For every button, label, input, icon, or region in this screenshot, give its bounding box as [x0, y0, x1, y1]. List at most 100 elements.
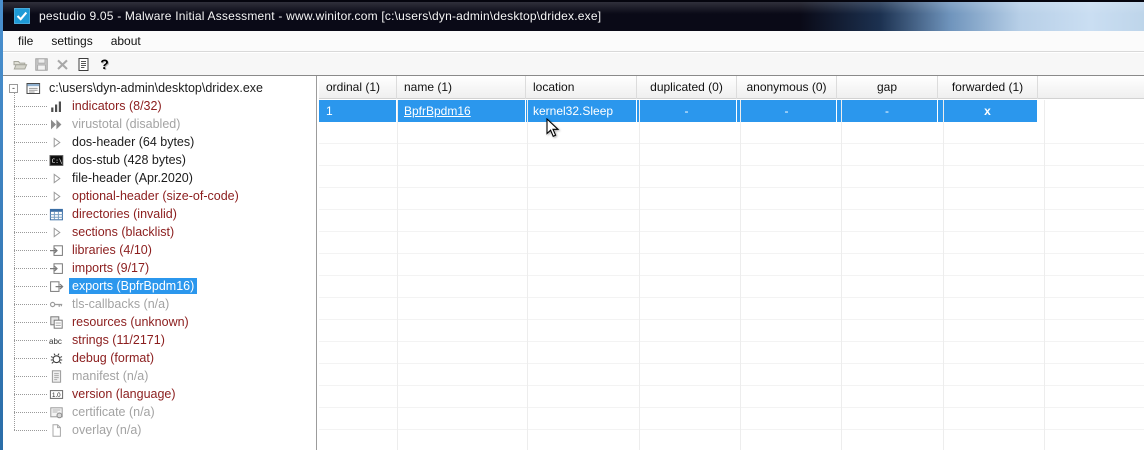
window-title: pestudio 9.05 - Malware Initial Assessme…	[39, 8, 602, 23]
tree-item-label-dos-stub: dos-stub (428 bytes)	[72, 153, 186, 167]
column-header-duplicated[interactable]: duplicated (0)	[637, 76, 737, 99]
help-button[interactable]: ?	[94, 54, 115, 74]
open-folder-button[interactable]	[10, 54, 31, 74]
tree-item-dos-stub[interactable]: C:\ dos-stub (428 bytes)	[3, 151, 316, 169]
tree-item-strings[interactable]: abc strings (11/2171)	[3, 331, 316, 349]
window-left-border	[0, 0, 3, 450]
cell-forwarded: x	[938, 100, 1038, 122]
menu-item-file[interactable]: file	[9, 32, 42, 50]
virustotal-icon	[48, 117, 64, 132]
tree-panel: - c:\users\dyn-admin\desktop\dridex.exe …	[3, 76, 316, 450]
tree-item-label-manifest: manifest (n/a)	[72, 369, 149, 383]
table-header: ordinal (1) name (1) location duplicated (0…	[319, 76, 1144, 99]
table-empty-grid	[319, 122, 1144, 450]
pestudio-window: pestudio 9.05 - Malware Initial Assessme…	[0, 0, 1144, 450]
column-header-ordinal[interactable]: ordinal (1)	[319, 76, 397, 99]
column-header-location[interactable]: location	[526, 76, 637, 99]
tree-item-certificate[interactable]: certificate (n/a)	[3, 403, 316, 421]
tree-item-manifest[interactable]: manifest (n/a)	[3, 367, 316, 385]
cell-gap: -	[837, 100, 938, 122]
close-file-button[interactable]	[52, 54, 73, 74]
menu-item-settings[interactable]: settings	[42, 32, 101, 50]
pestudio-app-icon	[13, 7, 31, 24]
column-header-forwarded[interactable]: forwarded (1)	[938, 76, 1038, 99]
tree-item-label-overlay: overlay (n/a)	[72, 423, 142, 437]
tree-item-label-directories: directories (invalid)	[72, 207, 177, 221]
tree-root-file[interactable]: - c:\users\dyn-admin\desktop\dridex.exe	[3, 79, 316, 97]
tree-item-optional-header[interactable]: optional-header (size-of-code)	[3, 187, 316, 205]
expand-arrow-icon	[48, 189, 64, 204]
cell-anonymous: -	[737, 100, 837, 122]
tree-item-label-certificate: certificate (n/a)	[72, 405, 155, 419]
tree-item-directories[interactable]: directories (invalid)	[3, 205, 316, 223]
column-grid-line	[639, 100, 640, 450]
tree-item-label-exports: exports (BpfrBpdm16)	[69, 278, 198, 294]
key-icon	[48, 297, 64, 312]
tree-item-virustotal[interactable]: virustotal (disabled)	[3, 115, 316, 133]
tree-item-label-virustotal: virustotal (disabled)	[72, 117, 181, 131]
tree-item-dos-header[interactable]: dos-header (64 bytes)	[3, 133, 316, 151]
export-doc-icon	[48, 279, 64, 294]
cell-location: kernel32.Sleep	[526, 100, 637, 122]
tree-item-label-indicators: indicators (8/32)	[72, 99, 162, 113]
column-header-gap[interactable]: gap	[837, 76, 938, 99]
report-button[interactable]	[73, 54, 94, 74]
tree-item-label-debug: debug (format)	[72, 351, 154, 365]
tree-item-version[interactable]: 1.0 version (language)	[3, 385, 316, 403]
tree-item-sections[interactable]: sections (blacklist)	[3, 223, 316, 241]
toolbar: ?	[3, 53, 1144, 76]
svg-text:1.0: 1.0	[52, 391, 61, 398]
save-button[interactable]	[31, 54, 52, 74]
tree-item-label-strings: strings (11/2171)	[72, 333, 165, 347]
expand-arrow-icon	[48, 225, 64, 240]
bar-chart-icon	[48, 99, 64, 114]
column-header-anonymous[interactable]: anonymous (0)	[737, 76, 837, 99]
tree-item-exports[interactable]: exports (BpfrBpdm16)	[3, 277, 316, 295]
tree-item-label-dos-header: dos-header (64 bytes)	[72, 135, 195, 149]
console-icon: C:\	[48, 153, 64, 168]
tree-item-label-version: version (language)	[72, 387, 176, 401]
tree-item-libraries[interactable]: libraries (4/10)	[3, 241, 316, 259]
column-grid-line	[1044, 100, 1045, 450]
cell-name: BpfrBpdm16	[397, 100, 526, 122]
tree-item-label-imports: imports (9/17)	[72, 261, 150, 275]
bug-icon	[48, 351, 64, 366]
export-row[interactable]: 1 BpfrBpdm16 kernel32.Sleep - - - x	[319, 100, 1038, 122]
tree-item-indicators[interactable]: indicators (8/32)	[3, 97, 316, 115]
svg-text:abc: abc	[49, 336, 62, 345]
table-icon	[48, 207, 64, 222]
column-grid-line	[841, 100, 842, 450]
expand-arrow-icon	[48, 135, 64, 150]
tree-item-label-libraries: libraries (4/10)	[72, 243, 152, 257]
tree-item-tls-callbacks[interactable]: tls-callbacks (n/a)	[3, 295, 316, 313]
tree-item-label-optional-header: optional-header (size-of-code)	[72, 189, 239, 203]
menubar: file settings about	[3, 31, 1144, 52]
certificate-icon	[48, 405, 64, 420]
import-box-icon	[48, 243, 64, 258]
cell-duplicated: -	[637, 100, 737, 122]
tree-item-label-resources: resources (unknown)	[72, 315, 189, 329]
column-grid-line	[943, 100, 944, 450]
tree-item-label-tls-callbacks: tls-callbacks (n/a)	[72, 297, 170, 311]
column-grid-line	[740, 100, 741, 450]
menu-item-about[interactable]: about	[102, 32, 150, 50]
version-icon: 1.0	[48, 387, 64, 402]
page-icon	[48, 423, 64, 438]
tree-items: indicators (8/32) virustotal (disabled) do…	[3, 92, 316, 439]
abc-icon: abc	[48, 333, 64, 348]
tree-item-label-file-header: file-header (Apr.2020)	[72, 171, 193, 185]
scroll-icon	[48, 369, 64, 384]
column-grid-line	[527, 100, 528, 450]
titlebar[interactable]: pestudio 9.05 - Malware Initial Assessme…	[0, 0, 1144, 31]
cell-ordinal: 1	[319, 100, 397, 122]
tree-item-label-sections: sections (blacklist)	[72, 225, 175, 239]
tree-item-debug[interactable]: debug (format)	[3, 349, 316, 367]
column-header-name[interactable]: name (1)	[397, 76, 526, 99]
tree-item-imports[interactable]: imports (9/17)	[3, 259, 316, 277]
import-box-icon	[48, 261, 64, 276]
svg-text:C:\: C:\	[51, 157, 62, 164]
tree-item-overlay[interactable]: overlay (n/a)	[3, 421, 316, 439]
expand-arrow-icon	[48, 171, 64, 186]
tree-item-file-header[interactable]: file-header (Apr.2020)	[3, 169, 316, 187]
tree-item-resources[interactable]: resources (unknown)	[3, 313, 316, 331]
